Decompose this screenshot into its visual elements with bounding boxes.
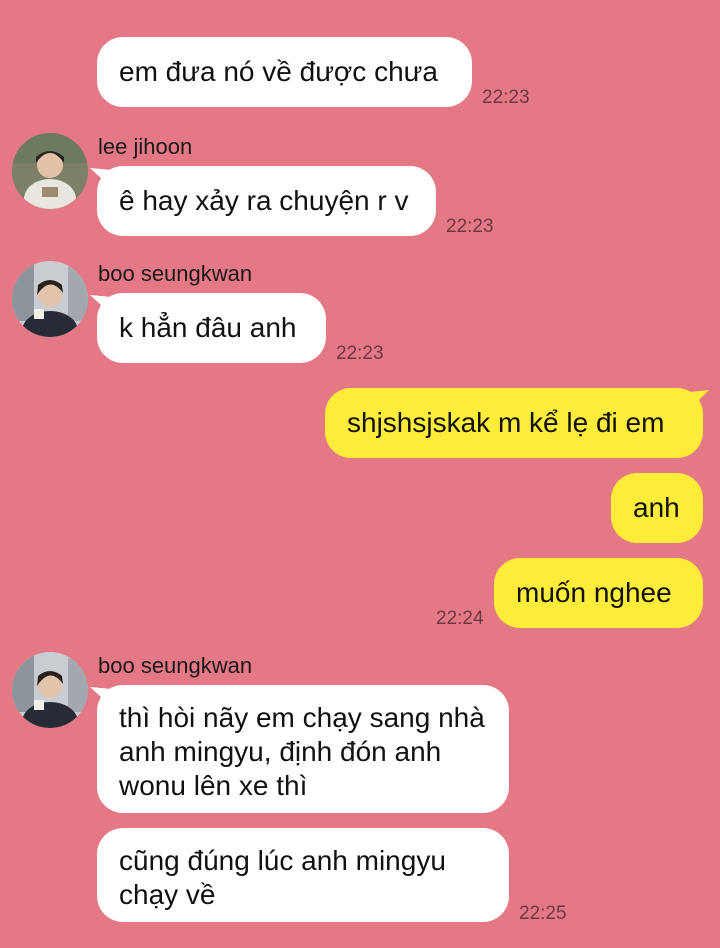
- message-time: 22:24: [436, 608, 484, 629]
- message-time: 22:23: [482, 87, 530, 108]
- avatar-photo: [12, 133, 88, 209]
- incoming-message-bubble[interactable]: k hẳn đâu anh: [97, 293, 326, 363]
- outgoing-message-bubble[interactable]: shjshsjskak m kể lẹ đi em: [325, 388, 703, 458]
- message-time: 22:25: [519, 903, 567, 924]
- incoming-message-bubble[interactable]: ê hay xảy ra chuyện r v: [97, 166, 436, 236]
- message-text: k hẳn đâu anh: [119, 312, 297, 343]
- avatar-photo: [12, 652, 88, 728]
- incoming-message-bubble[interactable]: thì hòi nãy em chạy sang nhà anh mingyu,…: [97, 685, 509, 813]
- message-text: cũng đúng lúc anh mingyu chạy về: [119, 845, 446, 910]
- avatar[interactable]: [12, 261, 88, 337]
- message-time: 22:23: [446, 216, 494, 237]
- message-text: shjshsjskak m kể lẹ đi em: [347, 407, 665, 438]
- message-text: anh: [633, 492, 680, 523]
- message-text: em đưa nó về được chưa: [119, 56, 438, 87]
- avatar[interactable]: [12, 133, 88, 209]
- incoming-message-bubble[interactable]: em đưa nó về được chưa: [97, 37, 472, 107]
- outgoing-message-bubble[interactable]: muốn nghee: [494, 558, 703, 628]
- avatar[interactable]: [12, 652, 88, 728]
- outgoing-message-bubble[interactable]: anh: [611, 473, 703, 543]
- message-text: ê hay xảy ra chuyện r v: [119, 185, 409, 216]
- incoming-message-bubble[interactable]: cũng đúng lúc anh mingyu chạy về: [97, 828, 509, 922]
- message-text: muốn nghee: [516, 577, 672, 608]
- avatar-photo: [12, 261, 88, 337]
- sender-name: lee jihoon: [98, 134, 193, 159]
- sender-name: boo seungkwan: [98, 261, 253, 286]
- message-text: thì hòi nãy em chạy sang nhà anh mingyu,…: [119, 702, 485, 801]
- message-time: 22:23: [336, 343, 384, 364]
- sender-name: boo seungkwan: [98, 653, 253, 678]
